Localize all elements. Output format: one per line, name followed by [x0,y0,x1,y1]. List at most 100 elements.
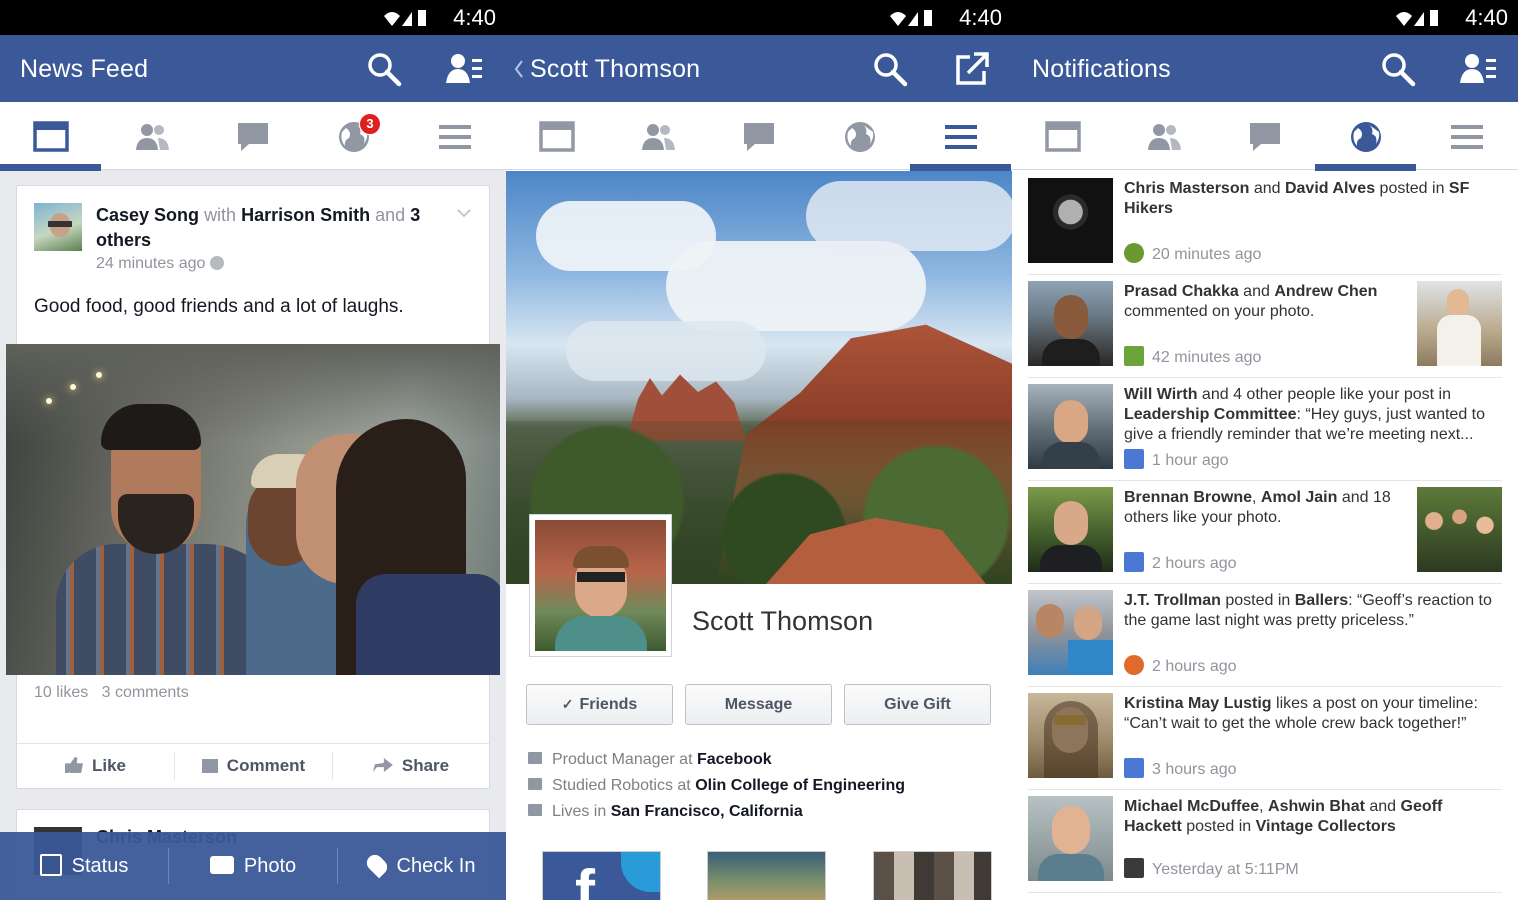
share-button[interactable]: Share [333,744,489,788]
comment-icon [1124,346,1144,366]
notification-item[interactable]: Will Wirth and 4 other people like your … [1028,378,1502,481]
tab-bar [1012,102,1518,171]
tree-icon [1124,243,1144,263]
profile-picture[interactable] [529,514,672,657]
status-bar: 4:40 [506,0,1012,35]
news-feed-icon [1045,121,1081,152]
photo-thumbnail[interactable] [873,851,992,900]
basketball-icon [1124,655,1144,675]
like-icon [64,757,83,773]
profile-name: Scott Thomson [692,606,874,636]
tab-news-feed[interactable] [506,102,607,170]
notification-text: Brennan Browne, Amol Jain and 18 others … [1124,489,1391,526]
avatar [1028,281,1113,366]
page-title: Notifications [1032,55,1171,83]
tab-more[interactable] [910,102,1011,171]
tab-messages[interactable] [202,102,303,170]
check-in-button[interactable]: Check In [338,832,506,900]
clock: 4:40 [453,5,496,30]
notification-text: Prasad Chakka and Andrew Chen commented … [1124,283,1378,320]
like-icon [1124,552,1144,572]
tab-messages[interactable] [1214,102,1315,170]
post-author[interactable]: Casey Song [96,205,199,225]
menu-icon [1451,125,1483,149]
composer-bar: Status Photo Check In [0,832,506,900]
avatar[interactable] [34,203,82,251]
comment-button[interactable]: Comment [175,744,332,788]
tab-friends[interactable] [101,102,202,170]
notification-item[interactable]: Brennan Browne, Amol Jain and 18 others … [1028,481,1502,584]
notification-time: 3 hours ago [1124,758,1237,779]
tab-friends[interactable] [1113,102,1214,170]
avatar [1028,590,1113,675]
notification-text: Michael McDuffee, Ashwin Bhat and Geoff … [1124,798,1443,835]
clock: 4:40 [1465,5,1508,30]
search-icon[interactable] [366,51,402,87]
notification-text: Chris Masterson and David Alves posted i… [1124,180,1470,217]
avatar [1028,693,1113,778]
tab-bar [506,102,1012,171]
friend-requests-icon[interactable] [1460,51,1496,87]
comment-icon [201,759,218,773]
tab-notifications[interactable]: 3 [303,102,404,170]
tab-more[interactable] [1416,102,1517,170]
search-icon[interactable] [1380,51,1416,87]
friends-icon [136,124,169,150]
message-button[interactable]: Message [685,684,832,725]
menu-icon [439,125,471,149]
friends-button[interactable]: ✓ Friends [526,684,673,725]
tab-news-feed[interactable] [1012,102,1113,170]
tab-messages[interactable] [708,102,809,170]
home-icon [528,804,542,816]
chevron-down-icon[interactable] [457,208,471,218]
avatar [1028,384,1113,469]
tab-friends[interactable] [607,102,708,170]
news-feed-icon [539,121,575,152]
photo-button[interactable]: Photo [169,832,337,900]
avatar [1028,796,1113,881]
tab-notifications[interactable] [809,102,910,170]
share-external-icon[interactable] [954,51,990,87]
photo-thumbnail[interactable]: f [542,851,661,900]
status-button[interactable]: Status [0,832,168,900]
camera-icon [209,856,234,874]
search-icon[interactable] [872,51,908,87]
tab-more[interactable] [404,102,505,170]
notification-time: Yesterday at 5:11PM [1124,858,1299,879]
friends-icon [642,124,675,150]
tab-notifications[interactable] [1315,102,1416,171]
notification-badge: 3 [359,113,381,135]
menu-icon [945,125,977,149]
notification-item[interactable]: Prasad Chakka and Andrew Chen commented … [1028,275,1502,378]
signal-icon [384,10,426,26]
friend-requests-icon[interactable] [446,51,482,87]
news-feed-icon [33,121,69,152]
avatar [1028,487,1113,572]
chevron-left-icon[interactable] [514,59,524,79]
notification-item[interactable]: Kristina May Lustig likes a post on your… [1028,687,1502,790]
globe-icon [1351,122,1381,152]
status-bar: 4:40 [0,0,506,35]
notification-item[interactable]: Chris Masterson and David Alves posted i… [1028,172,1502,275]
tab-news-feed[interactable] [0,102,101,171]
tagged-friend[interactable]: Harrison Smith [241,205,370,225]
camera-icon [1124,858,1144,878]
message-icon [238,123,268,151]
notification-item[interactable]: J.T. Trollman posted in Ballers: “Geoff’… [1028,584,1502,687]
like-button[interactable]: Like [17,744,174,788]
post-photo[interactable] [6,344,500,675]
notification-item[interactable]: Michael McDuffee, Ashwin Bhat and Geoff … [1028,790,1502,893]
clock: 4:40 [959,5,1002,30]
status-bar: 4:40 [1012,0,1518,35]
tab-bar: 3 [0,102,506,171]
post-stats[interactable]: 10 likes 3 comments [34,684,189,702]
signal-icon [1396,10,1438,26]
page-title: Scott Thomson [530,55,701,83]
location-info: Lives in San Francisco, California [528,803,803,821]
photo-thumbnail[interactable] [707,851,826,900]
photo-thumbnail[interactable] [1417,281,1502,366]
post-text: Good food, good friends and a lot of lau… [34,296,404,317]
give-gift-button[interactable]: Give Gift [844,684,991,725]
photo-thumbnail[interactable] [1417,487,1502,572]
notifications-screen: 4:40 Notifications Chris Masterson and D… [1012,0,1518,900]
